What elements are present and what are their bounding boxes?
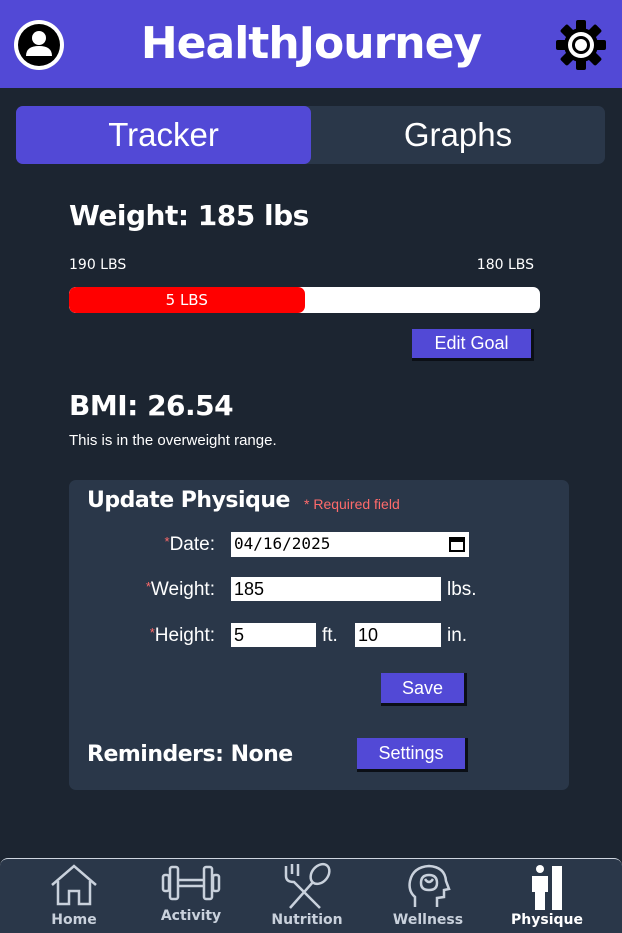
save-button[interactable]: Save [381,673,467,706]
bmi-note: This is in the overweight range. [69,432,277,449]
tab-graphs[interactable]: Graphs [311,106,605,164]
update-physique-panel: Update Physique * Required field *Date: … [69,480,569,790]
weight-progress-label: 5 LBS [165,291,208,309]
nav-nutrition-label: Nutrition [271,912,343,928]
nav-wellness-label: Wellness [392,912,464,928]
bmi-title: BMI: 26.54 [69,389,234,422]
app-title: HealthJourney [140,18,482,69]
nav-wellness[interactable]: Wellness [378,859,478,933]
bottom-nav: Home Activity Nutrition Wellness Physiqu… [0,858,622,933]
dumbbell-icon [161,865,221,901]
home-icon [51,864,97,906]
weight-unit: lbs. [447,579,477,600]
weight-label: *Weight: [145,579,215,600]
panel-title: Update Physique [87,488,290,513]
date-input[interactable]: 04/16/2025 [231,532,469,557]
app-header: HealthJourney [0,0,622,88]
goal-weight-label: 180 LBS [476,257,534,273]
required-field-note: * Required field [304,496,400,512]
weight-title: Weight: 185 lbs [69,199,309,232]
tab-bar: Tracker Graphs [16,106,605,164]
weight-input[interactable]: 185 [231,577,441,601]
date-label: *Date: [164,534,215,555]
nav-nutrition[interactable]: Nutrition [257,859,357,933]
nav-activity-label: Activity [160,908,222,924]
nav-home-label: Home [51,912,97,928]
body-icon [532,865,562,910]
edit-goal-button[interactable]: Edit Goal [412,329,534,361]
height-feet-unit: ft. [322,625,338,646]
tab-tracker[interactable]: Tracker [16,106,311,164]
brain-icon [408,864,451,907]
reminder-settings-button[interactable]: Settings [357,738,468,772]
start-weight-label: 190 LBS [69,257,127,273]
height-inches-unit: in. [447,625,468,646]
weight-progress-bar: 5 LBS [69,287,540,313]
calendar-icon[interactable] [449,536,465,552]
nav-physique[interactable]: Physique [497,859,597,933]
nav-home[interactable]: Home [24,859,124,933]
gear-icon[interactable] [554,18,608,72]
reminders-status: Reminders: None [87,742,293,767]
height-label: *Height: [149,625,215,646]
nav-physique-label: Physique [511,912,583,928]
height-feet-input[interactable]: 5 [231,623,316,647]
fork-spoon-icon [284,862,331,909]
nav-activity[interactable]: Activity [141,859,241,933]
height-inches-input[interactable]: 10 [355,623,441,647]
